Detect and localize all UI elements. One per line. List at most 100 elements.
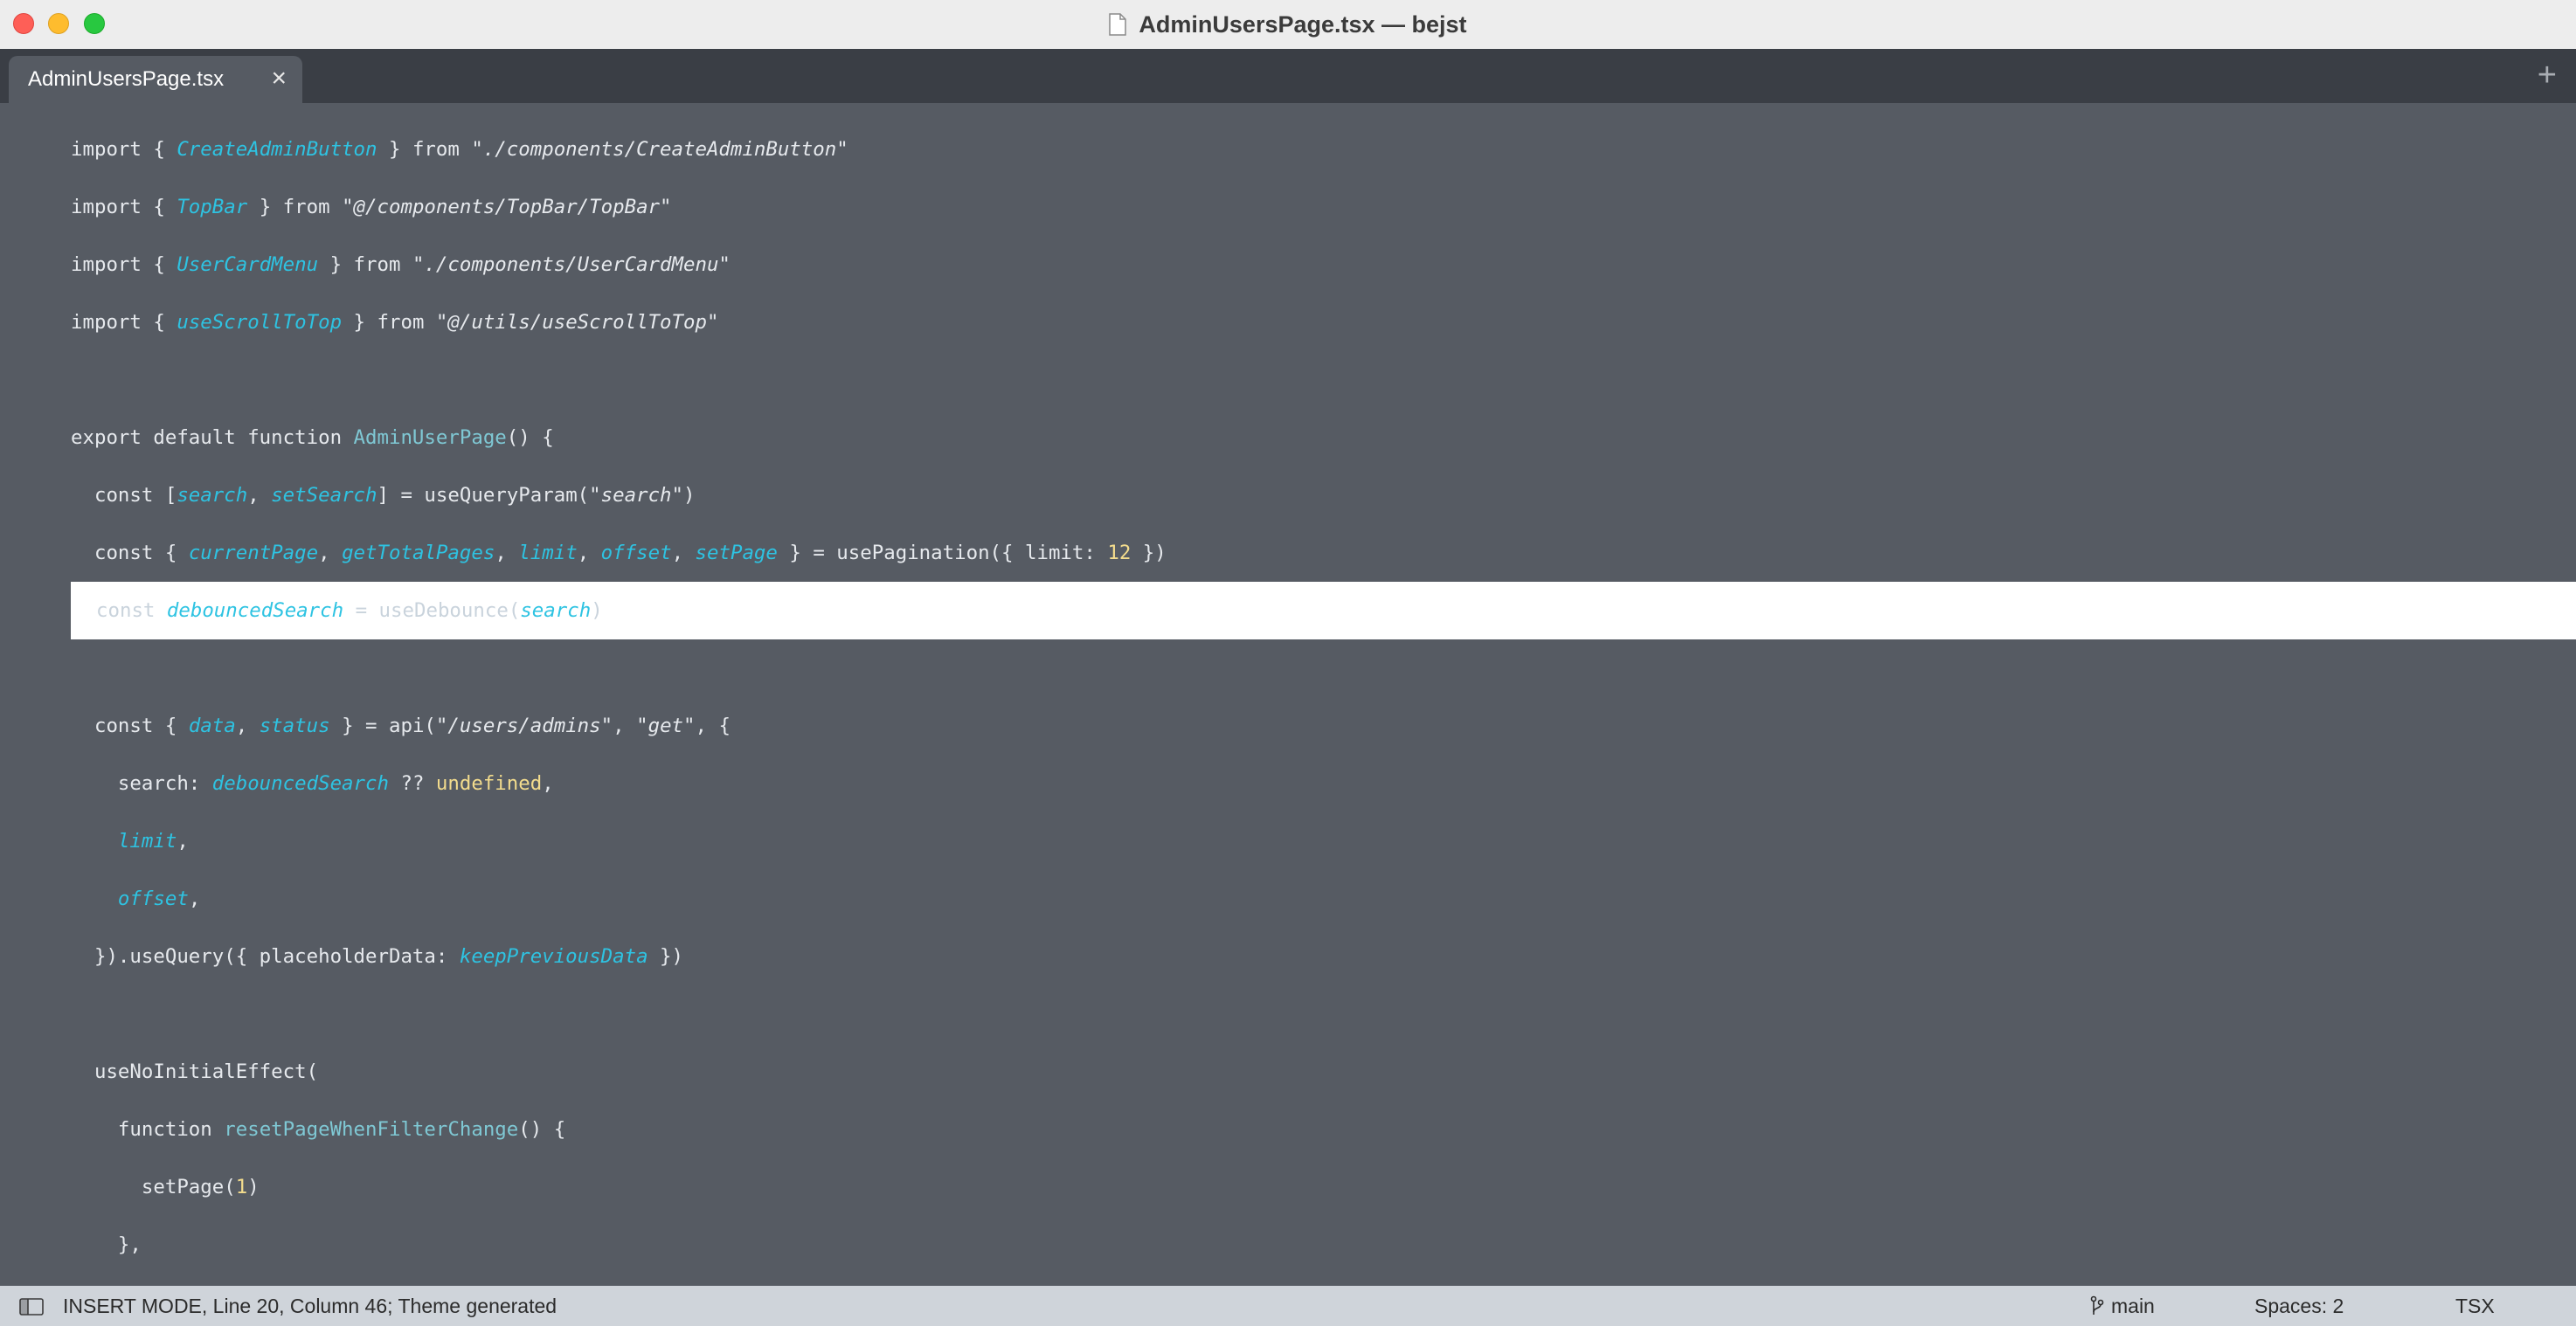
- code-token: undefined: [435, 772, 543, 795]
- code-token: useNoInitialEffect(: [71, 1060, 319, 1083]
- code-line[interactable]: export default function AdminUserPage() …: [0, 409, 2576, 466]
- code-line[interactable]: const { data, status } = api("/users/adm…: [0, 697, 2576, 755]
- code-token: const [: [71, 484, 177, 507]
- code-token: import {: [71, 196, 177, 218]
- code-token: offset: [117, 887, 189, 910]
- git-branch[interactable]: main: [2090, 1286, 2155, 1326]
- code-token: ,: [495, 542, 519, 564]
- code-token: ,: [577, 542, 601, 564]
- code-line[interactable]: },: [0, 1216, 2576, 1274]
- code-token: "@/utils/useScrollToTop": [435, 311, 719, 334]
- code-token: ,: [671, 542, 696, 564]
- code-token: resetPageWhenFilterChange: [224, 1118, 519, 1141]
- code-line[interactable]: [0, 639, 2576, 697]
- code-token: status: [259, 715, 330, 737]
- code-token: ,: [318, 542, 343, 564]
- title-bar[interactable]: AdminUsersPage.tsx — bejst: [0, 0, 2576, 50]
- code-token: },: [71, 1233, 142, 1256]
- code-token: UserCardMenu: [177, 253, 319, 276]
- code-editor[interactable]: import { CreateAdminButton } from "./com…: [0, 103, 2576, 1286]
- code-token: setPage(: [71, 1176, 236, 1198]
- tab-adminuserspage[interactable]: AdminUsersPage.tsx ×: [9, 56, 302, 103]
- code-line[interactable]: import { TopBar } from "@/components/Top…: [0, 178, 2576, 236]
- code-line[interactable]: function resetPageWhenFilterChange() {: [0, 1101, 2576, 1158]
- code-token: ,: [613, 715, 637, 737]
- tab-close-icon[interactable]: ×: [271, 56, 287, 103]
- code-line[interactable]: import { CreateAdminButton } from "./com…: [0, 121, 2576, 178]
- code-token: 12: [1107, 542, 1132, 564]
- status-bar: INSERT MODE, Line 20, Column 46; Theme g…: [0, 1286, 2576, 1326]
- window-title: AdminUsersPage.tsx — bejst: [0, 0, 2576, 49]
- code-token: limit: [518, 542, 578, 564]
- code-token: "get": [636, 715, 696, 737]
- code-token: CreateAdminButton: [177, 138, 377, 161]
- code-token: useScrollToTop: [177, 311, 343, 334]
- code-token: const {: [71, 542, 189, 564]
- code-token: const: [96, 599, 167, 622]
- window-title-text: AdminUsersPage.tsx — bejst: [1139, 10, 1467, 38]
- code-line[interactable]: }).useQuery({ placeholderData: keepPrevi…: [0, 928, 2576, 985]
- code-token: ,: [235, 715, 260, 737]
- code-token: keepPreviousData: [459, 945, 648, 968]
- code-token: debouncedSearch: [211, 772, 389, 795]
- syntax-selector[interactable]: TSX: [2455, 1286, 2495, 1326]
- code-token: } from: [377, 138, 472, 161]
- code-token: ): [683, 484, 696, 507]
- code-token: "/users/admins": [435, 715, 613, 737]
- code-token: = useDebounce(: [343, 599, 521, 622]
- code-token: currentPage: [188, 542, 319, 564]
- code-token: } from: [318, 253, 412, 276]
- code-line[interactable]: const { currentPage, getTotalPages, limi…: [0, 524, 2576, 582]
- code-token: ,: [188, 887, 201, 910]
- code-line[interactable]: [0, 985, 2576, 1043]
- code-token: "search": [589, 484, 684, 507]
- code-token: AdminUserPage: [353, 426, 507, 449]
- code-token: const {: [71, 715, 189, 737]
- code-token: ): [247, 1176, 260, 1198]
- code-line[interactable]: setPage(1): [0, 1158, 2576, 1216]
- sidebar-toggle-icon[interactable]: [19, 1297, 44, 1316]
- indentation-setting[interactable]: Spaces: 2: [2254, 1286, 2344, 1326]
- code-token: ,: [542, 772, 554, 795]
- code-token: , {: [695, 715, 731, 737]
- code-token: ): [591, 599, 603, 622]
- tab-bar: AdminUsersPage.tsx × +: [0, 49, 2576, 103]
- code-line[interactable]: offset,: [0, 870, 2576, 928]
- code-token: data: [188, 715, 236, 737]
- code-token: import {: [71, 138, 177, 161]
- code-token: ,: [247, 484, 272, 507]
- code-token: } from: [247, 196, 343, 218]
- current-code-line[interactable]: const debouncedSearch = useDebounce(sear…: [71, 582, 2576, 639]
- code-token: } from: [342, 311, 436, 334]
- code-token: }).useQuery({ placeholderData:: [71, 945, 460, 968]
- git-branch-label: main: [2111, 1295, 2155, 1317]
- code-line[interactable]: limit,: [0, 812, 2576, 870]
- code-line[interactable]: useNoInitialEffect(: [0, 1043, 2576, 1101]
- code-token: import {: [71, 311, 177, 334]
- document-icon: [1109, 13, 1127, 36]
- code-token: setPage: [695, 542, 778, 564]
- code-token: "./components/CreateAdminButton": [471, 138, 848, 161]
- code-token: search:: [71, 772, 212, 795]
- code-line[interactable]: import { useScrollToTop } from "@/utils/…: [0, 294, 2576, 351]
- code-token: () {: [506, 426, 554, 449]
- code-token: }): [1131, 542, 1167, 564]
- code-token: offset: [600, 542, 672, 564]
- code-token: ??: [388, 772, 436, 795]
- code-token: export default function: [71, 426, 354, 449]
- code-token: search: [177, 484, 248, 507]
- code-text[interactable]: import { CreateAdminButton } from "./com…: [0, 121, 2576, 1274]
- code-line[interactable]: const [search, setSearch] = useQueryPara…: [0, 466, 2576, 524]
- code-token: debouncedSearch: [166, 599, 344, 622]
- code-token: limit: [117, 830, 177, 853]
- status-text: INSERT MODE, Line 20, Column 46; Theme g…: [63, 1295, 557, 1317]
- new-tab-button[interactable]: +: [2538, 49, 2557, 103]
- code-line[interactable]: [0, 351, 2576, 409]
- code-line[interactable]: import { UserCardMenu } from "./componen…: [0, 236, 2576, 294]
- code-token: } = api(: [329, 715, 436, 737]
- code-line[interactable]: search: debouncedSearch ?? undefined,: [0, 755, 2576, 812]
- code-token: TopBar: [177, 196, 248, 218]
- code-token: () {: [518, 1118, 566, 1141]
